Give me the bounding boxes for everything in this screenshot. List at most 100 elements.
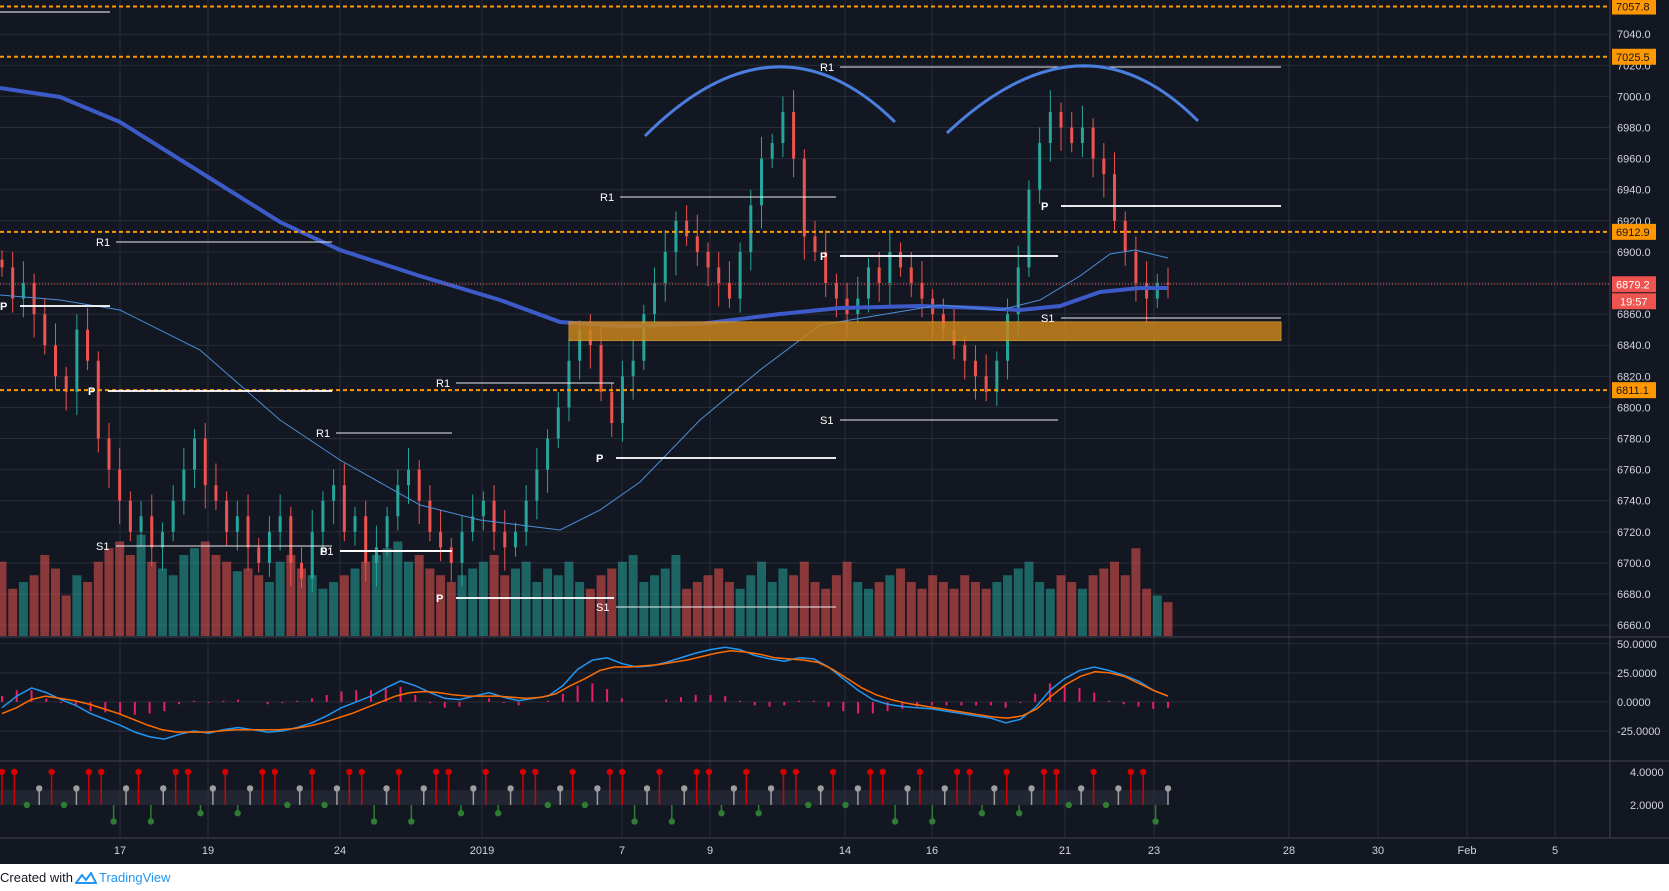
candle-body	[695, 236, 699, 252]
volume-bar	[810, 582, 820, 636]
volume-bar	[264, 582, 274, 636]
candle-body	[310, 531, 314, 579]
volume-bar	[1077, 588, 1087, 636]
volume-bar	[425, 568, 435, 636]
current-price-tag-text: 6879.2	[1616, 279, 1650, 291]
candle-body	[727, 283, 731, 299]
pivot-label: R1	[820, 62, 834, 74]
volume-bar	[136, 534, 146, 636]
signal-dot	[780, 768, 787, 776]
volume-bar	[393, 541, 403, 636]
signal-dot	[432, 768, 440, 776]
candle-body	[1059, 111, 1063, 128]
volume-bar	[553, 575, 563, 636]
signal-dot	[693, 768, 700, 776]
volume-bar	[489, 555, 499, 636]
signal-dot	[656, 768, 663, 776]
candle-body	[214, 485, 218, 501]
volume-bar	[885, 575, 895, 636]
candle-body	[631, 360, 635, 377]
volume-bar	[874, 582, 884, 636]
candle-body	[0, 259, 4, 268]
volume-bar	[853, 582, 863, 636]
signal-dot	[606, 768, 614, 776]
volume-bar	[842, 561, 852, 636]
signal-dot	[619, 768, 626, 776]
candle-body	[973, 360, 977, 377]
signal-dot	[482, 768, 489, 776]
volume-bar	[970, 582, 980, 636]
signal-dot	[705, 768, 713, 776]
volume-bar	[1003, 575, 1013, 636]
signal-dot	[941, 785, 948, 792]
signal-dot	[817, 785, 824, 792]
price-tick-label: 6740.0	[1617, 496, 1651, 508]
volume-bar	[147, 561, 157, 636]
volume-bar	[799, 561, 809, 636]
volume-bar	[72, 575, 82, 636]
volume-bar	[83, 582, 93, 636]
signal-dot	[631, 818, 638, 825]
volume-bar	[831, 575, 841, 636]
price-tick-label: 6900.0	[1617, 247, 1651, 259]
x-tick-label: 14	[839, 845, 851, 857]
signal-dot	[383, 785, 390, 792]
candle-body	[53, 345, 57, 377]
volume-bar	[863, 588, 873, 636]
pivot-label: S1	[596, 602, 609, 614]
candle-body	[781, 111, 785, 144]
footer: Created with TradingView	[0, 864, 1669, 891]
volume-bar	[949, 588, 959, 636]
volume-bar	[767, 582, 777, 636]
candle-body	[193, 438, 197, 470]
signal-dot	[1065, 801, 1072, 809]
signal-dot	[519, 768, 527, 776]
candle-body	[1145, 283, 1149, 299]
candle-body	[567, 360, 571, 408]
candle-body	[118, 469, 122, 501]
price-tick-label: 6960.0	[1617, 154, 1651, 166]
volume-bar	[660, 568, 670, 636]
signal-dot	[184, 768, 192, 776]
signal-dot	[854, 785, 862, 792]
price-tick-label: 6700.0	[1617, 558, 1651, 570]
volume-bar	[1120, 575, 1130, 636]
candle-body	[1155, 283, 1159, 299]
candle-body	[717, 267, 721, 284]
volume-bar	[960, 575, 970, 636]
candle-body	[1102, 158, 1106, 175]
signal-dot	[867, 768, 874, 776]
signal-dot	[1090, 768, 1097, 776]
candle-body	[86, 329, 90, 361]
signal-dot	[172, 768, 179, 776]
signal-dot	[408, 818, 415, 825]
candle-body	[813, 236, 817, 252]
volume-bar	[1131, 548, 1141, 636]
signal-dot	[879, 768, 886, 776]
volume-bar	[93, 561, 103, 636]
x-tick-label: 30	[1372, 845, 1384, 857]
signal-dot	[891, 818, 899, 825]
candle-body	[225, 500, 229, 532]
level-price-tag-text: 7057.8	[1616, 2, 1650, 14]
price-tick-label: 6800.0	[1617, 402, 1651, 414]
chart-svg: 17 19 24 2019 7 9 14 16 21 23 28 30 Feb 5 6660.0 6680.0…	[0, 0, 1669, 864]
x-tick-label: 2019	[470, 845, 494, 857]
volume-bar	[1013, 568, 1023, 636]
candle-body	[535, 469, 539, 501]
pivot-label: P	[436, 593, 443, 605]
candle-body	[1113, 174, 1117, 221]
x-tick-label: Feb	[1458, 845, 1477, 857]
candle-body	[43, 314, 47, 346]
signal-dot	[805, 801, 812, 809]
candle-body	[1091, 127, 1095, 159]
x-tick-label: 5	[1552, 845, 1558, 857]
volume-bar	[510, 568, 520, 636]
pivot-label: S1	[820, 415, 833, 427]
candle-body	[385, 516, 389, 548]
pivot-label: P	[820, 251, 827, 263]
x-tick-label: 21	[1059, 845, 1071, 857]
signal-dot	[494, 810, 502, 817]
signal-dot	[991, 785, 998, 792]
tradingview-link[interactable]: TradingView	[74, 870, 171, 885]
